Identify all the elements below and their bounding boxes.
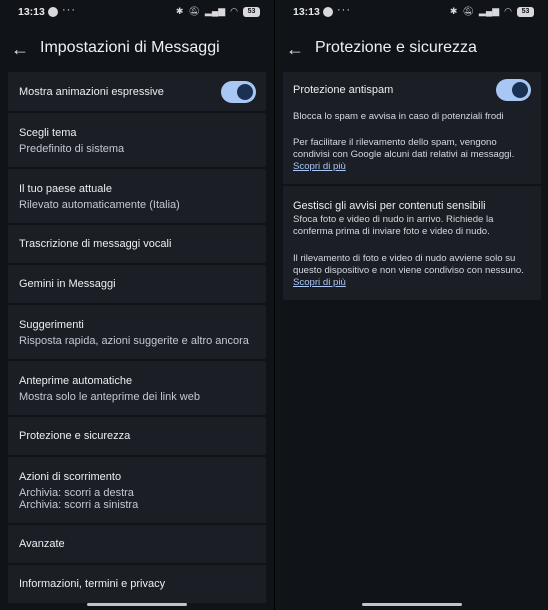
- antispam-info-line-2: condivisi con Google alcuni dati relativ…: [293, 149, 515, 160]
- telegram-icon: [48, 7, 58, 17]
- antispam-info-line-1: Per facilitare il rilevamento dello spam…: [293, 137, 497, 148]
- gesture-nav-bar[interactable]: [362, 603, 462, 606]
- setting-subtitle: Mostra solo le anteprime dei link web: [19, 391, 200, 403]
- app-bar: ← Impostazioni di Messaggi: [0, 34, 274, 64]
- setting-title: Gemini in Messaggi: [19, 278, 116, 290]
- setting-expressive-animations[interactable]: Mostra animazioni espressive: [8, 72, 266, 111]
- setting-subtitle-2: Archivia: scorri a sinistra: [19, 499, 139, 511]
- antispam-description: Blocca lo spam e avvisa in caso di poten…: [293, 111, 504, 122]
- status-time: 13:13: [18, 6, 45, 18]
- settings-list: Mostra animazioni espressive Scegli tema…: [8, 72, 266, 605]
- setting-title: Il tuo paese attuale: [19, 183, 112, 195]
- wifi-icon: ◠: [230, 6, 238, 16]
- bluetooth-icon: ✱: [175, 6, 184, 16]
- setting-gemini[interactable]: Gemini in Messaggi: [8, 265, 266, 303]
- sensitive-line-2: conferma prima di inviare foto e video d…: [293, 226, 490, 237]
- setting-subtitle: Predefinito di sistema: [19, 143, 125, 155]
- wifi-icon: ◠: [504, 6, 512, 16]
- setting-info-terms-privacy[interactable]: Informazioni, termini e privacy: [8, 565, 266, 603]
- setting-title: Scegli tema: [19, 127, 77, 139]
- setting-subtitle: Archivia: scorri a destra: [19, 487, 134, 499]
- telegram-icon: [323, 7, 333, 17]
- more-notifications-icon: ···: [62, 4, 76, 16]
- setting-title: Protezione e sicurezza: [19, 430, 131, 442]
- setting-country[interactable]: Il tuo paese attuale Rilevato automatica…: [8, 169, 266, 223]
- back-arrow-icon[interactable]: ←: [10, 39, 30, 59]
- setting-protection-security[interactable]: Protezione e sicurezza: [8, 417, 266, 455]
- mute-icon: 🔕︎: [462, 6, 474, 16]
- page-title: Impostazioni di Messaggi: [40, 39, 220, 56]
- setting-suggestions[interactable]: Suggerimenti Risposta rapida, azioni sug…: [8, 305, 266, 359]
- signal-icon: ▂▄▆: [478, 6, 500, 16]
- bluetooth-icon: ✱: [449, 6, 458, 16]
- gesture-nav-bar[interactable]: [87, 603, 187, 606]
- battery-icon: 53: [243, 6, 260, 17]
- sensitive-title: Gestisci gli avvisi per contenuti sensib…: [293, 200, 486, 212]
- app-bar: ← Protezione e sicurezza: [275, 34, 548, 64]
- setting-theme[interactable]: Scegli tema Predefinito di sistema: [8, 113, 266, 167]
- sensitive-line-3: Il rilevamento di foto e video di nudo a…: [293, 253, 516, 264]
- back-arrow-icon[interactable]: ←: [285, 39, 305, 59]
- page-title: Protezione e sicurezza: [315, 39, 477, 56]
- antispam-title: Protezione antispam: [293, 84, 394, 96]
- setting-voice-transcription[interactable]: Trascrizione di messaggi vocali: [8, 225, 266, 263]
- setting-title: Trascrizione di messaggi vocali: [19, 238, 172, 250]
- setting-title: Suggerimenti: [19, 319, 84, 331]
- antispam-card[interactable]: Protezione antispam Blocca lo spam e avv…: [283, 72, 541, 184]
- setting-title: Mostra animazioni espressive: [19, 86, 164, 98]
- setting-subtitle: Risposta rapida, azioni suggerite e altr…: [19, 335, 249, 347]
- setting-advanced[interactable]: Avanzate: [8, 525, 266, 563]
- sensitive-line-1: Sfoca foto e video di nudo in arrivo. Ri…: [293, 214, 494, 225]
- sensitive-line-4: questo dispositivo e non viene condiviso…: [293, 265, 524, 276]
- animations-toggle[interactable]: [221, 81, 256, 103]
- mute-icon: 🔕︎: [188, 6, 200, 16]
- setting-subtitle: Rilevato automaticamente (Italia): [19, 199, 180, 211]
- setting-auto-previews[interactable]: Anteprime automatiche Mostra solo le ant…: [8, 361, 266, 415]
- status-bar: 13:13 ··· ✱ 🔕︎ ▂▄▆ ◠ 53: [0, 4, 274, 20]
- antispam-learn-more-link[interactable]: Scopri di più: [293, 161, 346, 172]
- setting-title: Avanzate: [19, 538, 65, 550]
- status-time: 13:13: [293, 6, 320, 18]
- status-bar: 13:13 ··· ✱ 🔕︎ ▂▄▆ ◠ 53: [275, 4, 548, 20]
- setting-title: Azioni di scorrimento: [19, 471, 122, 483]
- settings-screen: 13:13 ··· ✱ 🔕︎ ▂▄▆ ◠ 53 ← Impostazioni d…: [0, 0, 274, 610]
- setting-title: Anteprime automatiche: [19, 375, 133, 387]
- sensitive-learn-more-link[interactable]: Scopri di più: [293, 277, 346, 288]
- setting-title: Informazioni, termini e privacy: [19, 578, 166, 590]
- protection-screen: 13:13 ··· ✱ 🔕︎ ▂▄▆ ◠ 53 ← Protezione e s…: [274, 0, 548, 610]
- antispam-toggle[interactable]: [496, 79, 531, 101]
- signal-icon: ▂▄▆: [204, 6, 226, 16]
- sensitive-content-card[interactable]: Gestisci gli avvisi per contenuti sensib…: [283, 186, 541, 300]
- battery-icon: 53: [517, 6, 534, 17]
- setting-swipe-actions[interactable]: Azioni di scorrimento Archivia: scorri a…: [8, 457, 266, 523]
- more-notifications-icon: ···: [337, 4, 351, 16]
